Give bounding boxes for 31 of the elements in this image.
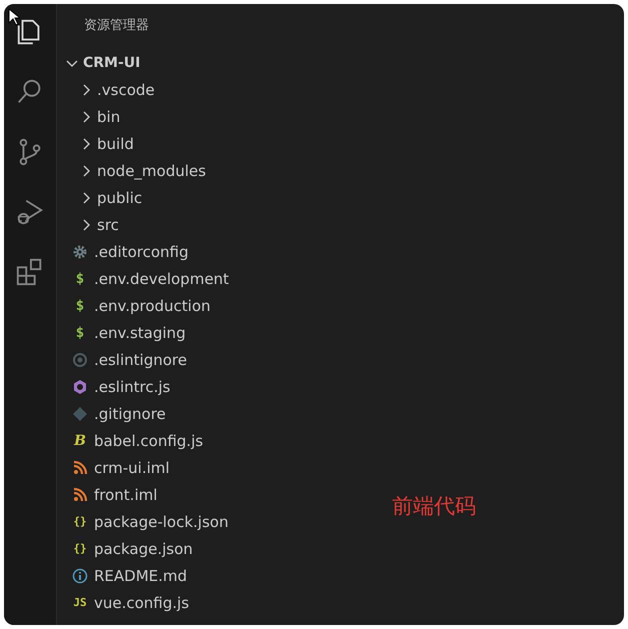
annotation: 前端代码 bbox=[392, 493, 476, 520]
file-icon: B bbox=[69, 432, 91, 448]
folder-item[interactable]: bin bbox=[57, 103, 120, 130]
file-item[interactable]: $ .env.staging bbox=[57, 319, 186, 346]
folder-item[interactable]: build bbox=[57, 130, 134, 157]
file-item[interactable]: README.md bbox=[57, 562, 188, 589]
file-icon: $ bbox=[69, 270, 91, 286]
file-item[interactable]: B babel.config.js bbox=[57, 427, 204, 454]
file-item[interactable]: .gitignore bbox=[57, 400, 166, 427]
file-item[interactable]: {} package-lock.json bbox=[57, 508, 228, 535]
file-item[interactable]: $ .env.production bbox=[57, 292, 211, 319]
file-icon: {} bbox=[69, 515, 91, 528]
file-item[interactable]: front.iml bbox=[57, 481, 158, 508]
tree-item[interactable]: CRM-UI bbox=[57, 49, 140, 76]
folder-item[interactable]: .vscode bbox=[57, 76, 155, 103]
cursor-icon bbox=[8, 8, 20, 26]
file-icon: $ bbox=[69, 324, 91, 340]
file-item[interactable]: crm-ui.iml bbox=[57, 454, 170, 481]
file-item[interactable]: .eslintrc.js bbox=[57, 373, 170, 400]
file-item[interactable]: JS vue.config.js bbox=[57, 589, 190, 616]
file-item[interactable]: .eslintignore bbox=[57, 346, 187, 373]
folder-item[interactable]: public bbox=[57, 184, 142, 211]
folder-item[interactable]: node_modules bbox=[57, 157, 206, 184]
file-item[interactable]: $ .env.development bbox=[57, 265, 229, 292]
file-item[interactable]: {} package.json bbox=[57, 535, 193, 562]
folder-item[interactable]: src bbox=[57, 211, 119, 238]
file-item[interactable]: .editorconfig bbox=[57, 238, 188, 265]
file-icon: {} bbox=[69, 542, 91, 555]
file-icon: JS bbox=[69, 596, 91, 609]
panel-title: 资源管理器 bbox=[84, 17, 150, 35]
file-icon: $ bbox=[69, 298, 91, 314]
